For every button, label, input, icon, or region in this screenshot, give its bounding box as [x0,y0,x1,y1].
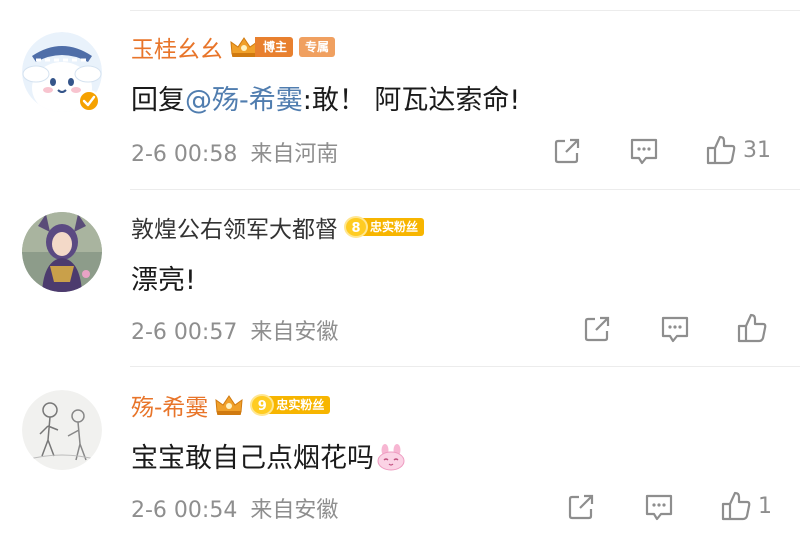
comment-location: 来自河南 [250,142,339,167]
share-button[interactable] [566,492,596,522]
comment-item: 敦煌公右领军大都督 8 忠实粉丝 漂亮! 2-6 00:57 来自安徽 [0,190,800,355]
share-icon [568,494,594,520]
thumbs-up-icon [706,135,736,165]
comment-item: 殇-希霙 9 忠实粉丝 宝宝敢自己点烟花吗 2-6 00:54 来自安徽 1 [0,368,800,548]
comment-location: 来自安徽 [250,498,339,523]
fan-badge-label: 忠实粉丝 [266,396,331,414]
like-count: 1 [758,493,772,519]
exclusive-badge: 专属 [299,37,336,57]
fan-badge: 8 忠实粉丝 [344,216,425,238]
comment-text: 宝宝敢自己点烟花吗 [131,436,406,475]
top-divider [130,10,800,11]
comment-body: 漂亮! [131,265,196,296]
username[interactable]: 殇-希霙 [131,388,208,422]
reply-prefix: 回复 [131,85,185,116]
like-button[interactable]: 31 [705,134,771,166]
comment-time: 2-6 00:57 [131,320,238,345]
share-icon [584,316,610,342]
divider [130,366,800,367]
username[interactable]: 敦煌公右领军大都督 [131,210,338,244]
comment-time: 2-6 00:58 [131,142,238,167]
comment-button[interactable] [628,136,660,166]
share-button[interactable] [582,314,612,344]
blogger-badge: 博主 [229,36,294,58]
username[interactable]: 玉桂幺幺 [131,30,223,64]
verified-icon [78,90,100,112]
share-icon [554,138,580,164]
blogger-badge-label: 博主 [255,37,294,57]
comment-body: :敢！ 阿瓦达索命! [302,85,521,116]
like-button[interactable] [736,312,774,344]
comment-text: 回复@殇-希霙:敢！ 阿瓦达索命! [131,78,520,117]
crown-icon [215,395,243,415]
bunny-emoji-icon [377,444,405,471]
like-button[interactable]: 1 [720,490,772,522]
fan-badge: 9 忠实粉丝 [250,394,331,416]
share-button[interactable] [552,136,582,166]
comment-location: 来自安徽 [250,320,339,345]
mention-link[interactable]: @殇-希霙 [185,85,303,116]
comment-icon [661,316,689,343]
comment-body: 宝宝敢自己点烟花吗 [131,443,374,474]
fan-level: 8 [344,216,368,238]
avatar[interactable] [22,212,102,292]
crown-badge [214,394,244,416]
comment-button[interactable] [659,314,691,344]
comment-item: 玉桂幺幺 博主 专属 回复@殇-希霙:敢！ 阿瓦达索命! 2-6 00:58 来… [0,12,800,176]
comment-icon [630,138,658,165]
comment-button[interactable] [643,492,675,522]
comment-icon [645,494,673,521]
avatar[interactable] [22,390,102,470]
fan-badge-label: 忠实粉丝 [360,218,425,236]
thumbs-up-icon [721,491,751,521]
comment-time: 2-6 00:54 [131,498,238,523]
like-count: 31 [743,137,771,163]
thumbs-up-icon [737,313,767,343]
comment-text: 漂亮! [131,258,196,297]
